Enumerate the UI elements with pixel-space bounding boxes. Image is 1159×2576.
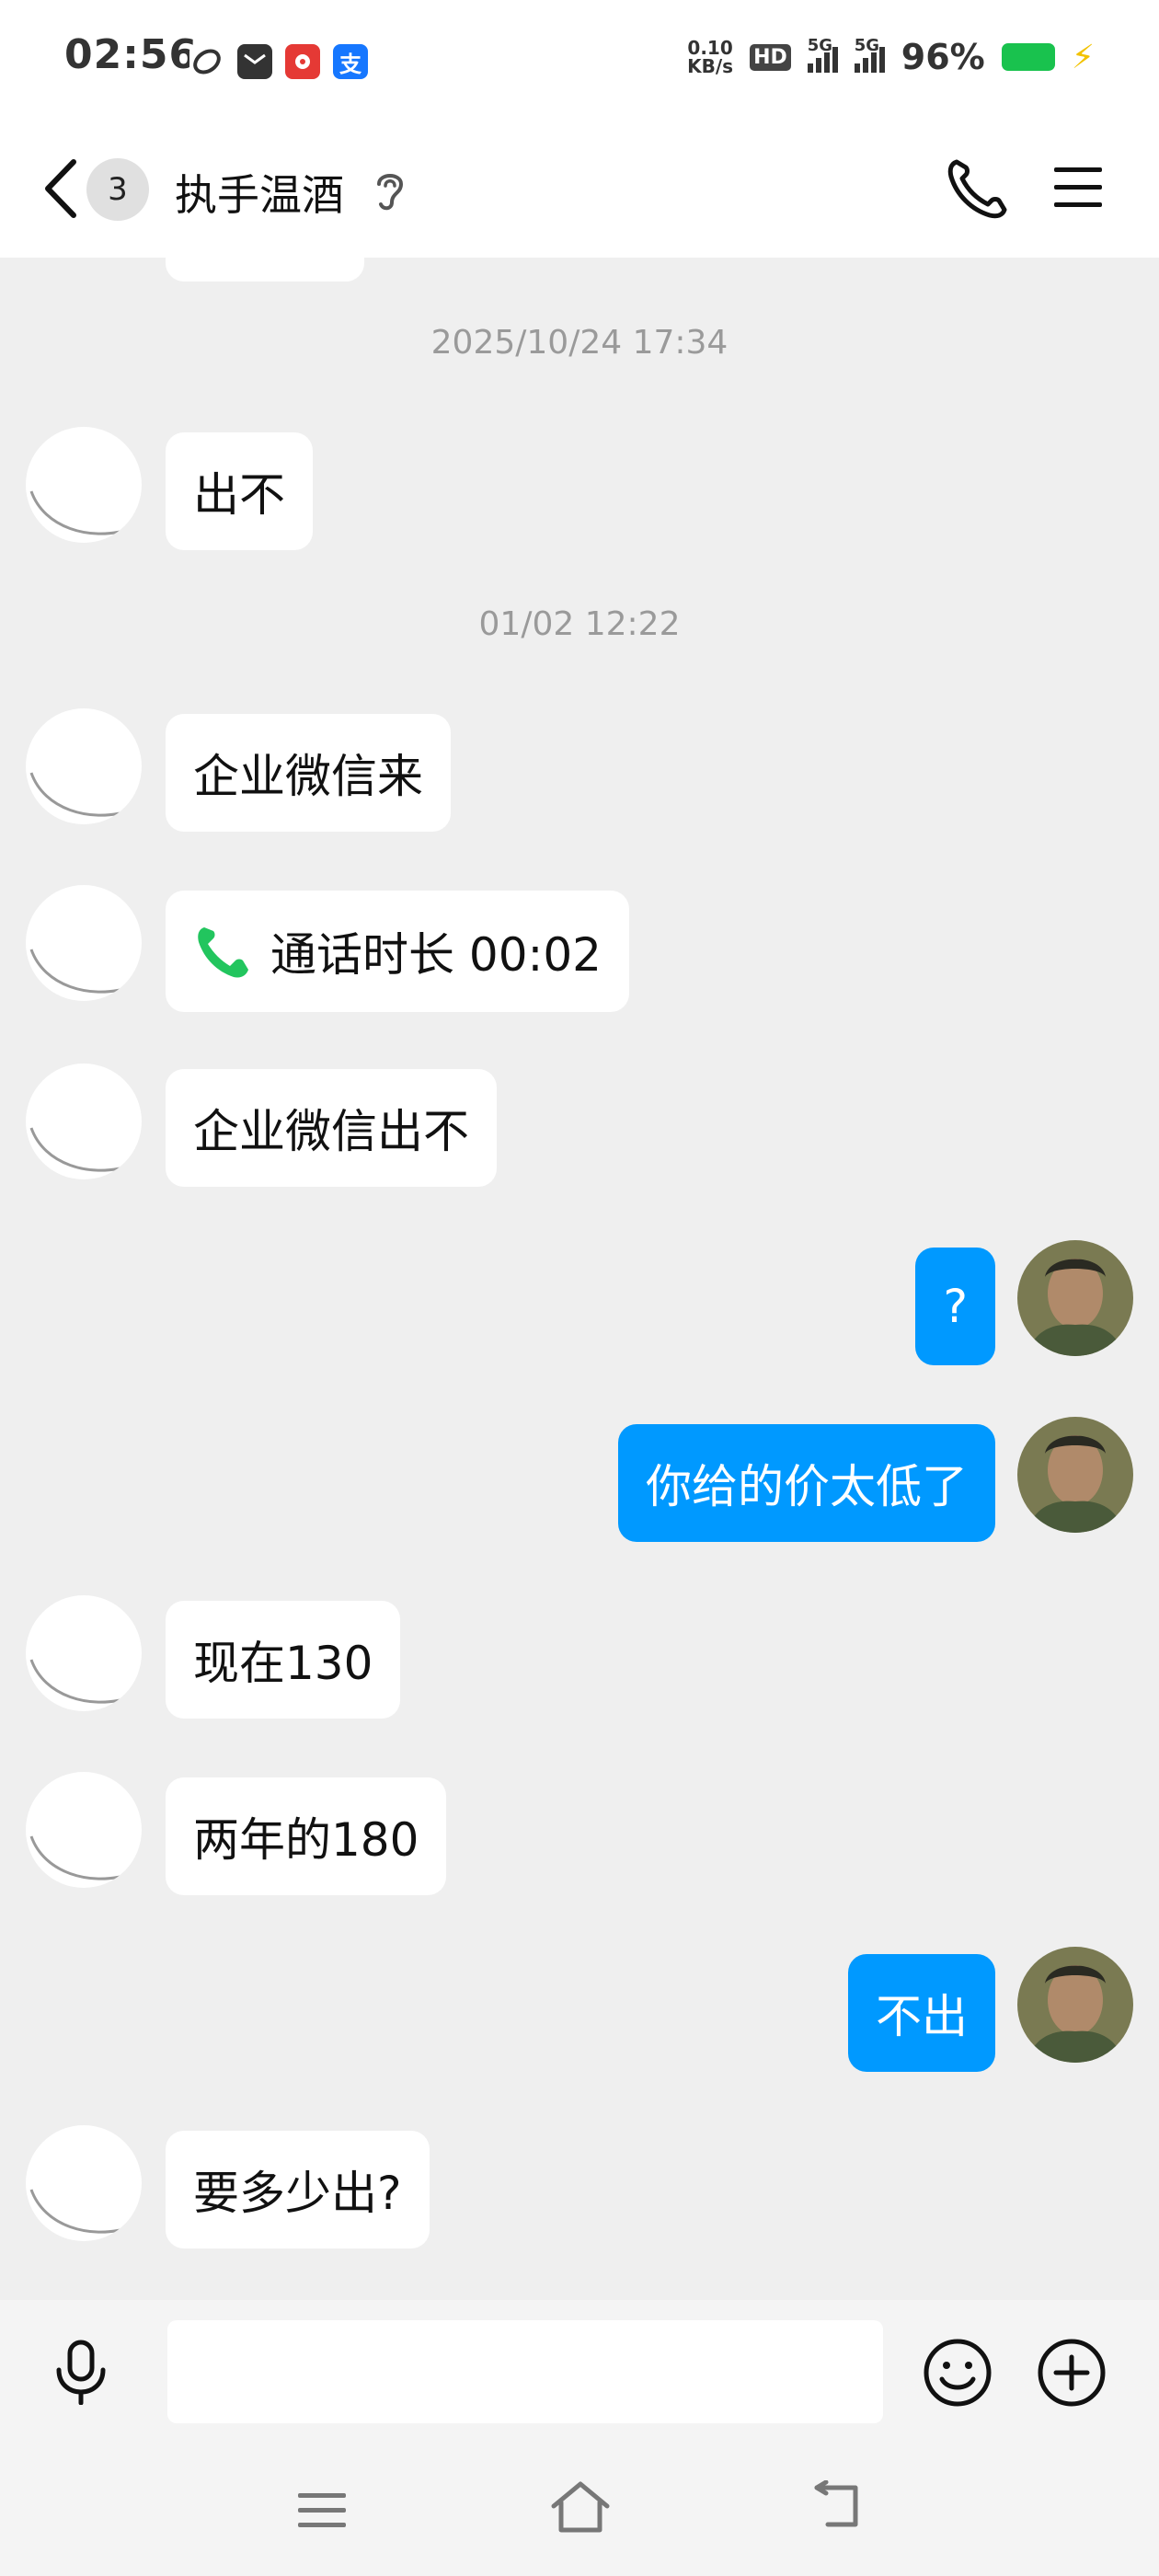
message-bubble-partial bbox=[166, 258, 364, 282]
system-navigation-bar bbox=[0, 2438, 1159, 2576]
charging-icon: ⚡ bbox=[1071, 38, 1095, 76]
system-status-icons: 0.10 KB/s HD 5G 5G 96% ⚡ bbox=[687, 36, 1095, 77]
phone-icon[interactable] bbox=[944, 156, 1010, 223]
shopping-app-icon bbox=[285, 44, 320, 79]
network-speed: 0.10 KB/s bbox=[687, 37, 734, 77]
microphone-icon[interactable] bbox=[52, 2339, 110, 2405]
unread-count-badge: 3 bbox=[86, 158, 149, 221]
hamburger-menu-icon[interactable] bbox=[1050, 162, 1106, 213]
smiley-icon[interactable] bbox=[922, 2337, 993, 2409]
message-timestamp: 01/02 12:22 bbox=[478, 605, 681, 643]
signal-strength-icon-1: 5G bbox=[807, 36, 838, 73]
received-message[interactable]: 企业微信出不 bbox=[166, 1069, 497, 1187]
received-message[interactable]: 现在130 bbox=[166, 1601, 401, 1719]
phone-call-icon bbox=[198, 927, 248, 978]
back-nav-icon[interactable] bbox=[809, 2480, 865, 2532]
signal-strength-icon-2: 5G bbox=[854, 36, 885, 73]
user-avatar[interactable] bbox=[1017, 1947, 1133, 2063]
sent-message[interactable]: 不出 bbox=[848, 1954, 995, 2072]
ear-icon[interactable] bbox=[372, 167, 408, 212]
chat-title[interactable]: 执手温酒 bbox=[175, 162, 344, 223]
sent-message[interactable]: ? bbox=[915, 1248, 995, 1365]
user-avatar[interactable] bbox=[1017, 1417, 1133, 1533]
contact-avatar[interactable] bbox=[26, 427, 142, 543]
battery-icon bbox=[1001, 43, 1055, 71]
received-message[interactable]: 出不 bbox=[166, 432, 313, 550]
message-input[interactable] bbox=[167, 2320, 883, 2423]
received-message[interactable]: 要多少出? bbox=[166, 2131, 430, 2248]
received-message[interactable]: 两年的180 bbox=[166, 1777, 447, 1895]
contact-avatar[interactable] bbox=[26, 1595, 142, 1711]
message-timestamp: 2025/10/24 17:34 bbox=[430, 324, 729, 362]
user-avatar[interactable] bbox=[1017, 1240, 1133, 1356]
recent-apps-icon[interactable] bbox=[294, 2488, 350, 2534]
contact-avatar[interactable] bbox=[26, 2125, 142, 2241]
contact-avatar[interactable] bbox=[26, 1772, 142, 1888]
hd-voice-icon: HD bbox=[750, 43, 791, 71]
battery-percent: 96% bbox=[901, 37, 985, 77]
call-duration-text: 通话时长 00:02 bbox=[270, 928, 602, 982]
contact-avatar[interactable] bbox=[26, 1064, 142, 1179]
notification-icons: 支 bbox=[189, 44, 368, 79]
home-icon[interactable] bbox=[548, 2478, 613, 2536]
call-record-message[interactable]: 通话时长 00:02 bbox=[166, 891, 629, 1012]
plus-circle-icon[interactable] bbox=[1036, 2337, 1107, 2409]
chat-header: 3 执手温酒 bbox=[0, 120, 1159, 258]
status-bar: 02:56 支 0.10 KB/s HD 5G 5G 96% ⚡ bbox=[0, 0, 1159, 120]
contact-avatar[interactable] bbox=[26, 708, 142, 824]
alipay-icon: 支 bbox=[333, 44, 368, 79]
message-list[interactable]: 2025/10/24 17:34 出不 01/02 12:22 企业微信来 通话… bbox=[0, 258, 1159, 2300]
input-bar bbox=[0, 2300, 1159, 2438]
status-time: 02:56 bbox=[64, 31, 199, 78]
mail-notification-icon bbox=[237, 44, 272, 79]
received-message[interactable]: 企业微信来 bbox=[166, 714, 451, 832]
contact-avatar[interactable] bbox=[26, 885, 142, 1001]
app-notification-icon bbox=[189, 44, 224, 79]
chevron-left-icon[interactable] bbox=[39, 156, 85, 221]
sent-message[interactable]: 你给的价太低了 bbox=[618, 1424, 995, 1542]
